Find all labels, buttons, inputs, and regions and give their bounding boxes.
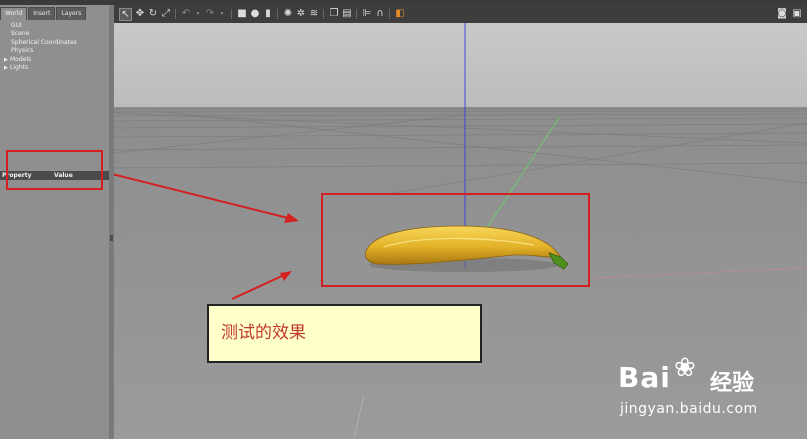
tree-item-spherical-coordinates[interactable]: Spherical Coordinates (4, 39, 77, 47)
watermark-brand: Bai (618, 361, 671, 394)
screenshot-icon[interactable]: ▣ (791, 8, 803, 20)
record-icon[interactable]: ◧ (394, 8, 406, 20)
world-tree: GUI Scene Spherical Coordinates Physics … (4, 22, 77, 72)
baidu-watermark: Bai ❀ 经验 jingyan.baidu.com (618, 353, 778, 423)
camera-icon[interactable]: ◙ (776, 8, 788, 20)
toolbar-divider (175, 9, 176, 19)
annotation-text: 测试的效果 (221, 323, 306, 343)
tree-item-scene[interactable]: Scene (4, 30, 77, 38)
paw-logo-icon: ❀ (674, 353, 696, 383)
watermark-brand-suffix: 经验 (710, 371, 755, 396)
chevron-down-icon[interactable]: ▾ (216, 8, 228, 20)
toolbar-divider (323, 9, 324, 19)
toolbar-divider (231, 9, 232, 19)
tab-world[interactable]: World (0, 7, 28, 20)
select-arrow-icon[interactable]: ↖ (119, 8, 132, 21)
tree-item-models[interactable]: ▶ Models (4, 56, 77, 64)
paste-icon[interactable]: ▤ (341, 8, 353, 20)
scale-icon[interactable]: ⤢ (160, 8, 172, 20)
tree-item-gui[interactable]: GUI (4, 22, 77, 30)
panel-tabs: World Insert Layers (0, 7, 87, 20)
sun-light-icon[interactable]: ✺ (282, 8, 294, 20)
box-icon[interactable]: ■ (236, 8, 248, 20)
sky-background (114, 23, 807, 107)
annotation-note: 测试的效果 (207, 304, 482, 363)
snap-icon[interactable]: ∩ (374, 8, 386, 20)
toolbar-divider (356, 9, 357, 19)
sphere-icon[interactable]: ● (249, 8, 261, 20)
align-icon[interactable]: ⊫ (361, 8, 373, 20)
tab-insert[interactable]: Insert (28, 7, 56, 20)
highlight-box-properties (6, 150, 103, 190)
redo-icon[interactable]: ↷ (204, 8, 216, 20)
point-light-icon[interactable]: ✲ (295, 8, 307, 20)
tree-item-lights-label: Lights (10, 64, 29, 72)
toolbar: ↖ ✥ ↻ ⤢ ↶ ▾ ↷ ▾ ■ ● ▮ ✺ ✲ ≋ ❐ ▤ ⊫ ∩ ◧ ◙ … (114, 5, 807, 24)
cylinder-icon[interactable]: ▮ (262, 8, 274, 20)
tree-item-models-label: Models (10, 55, 32, 63)
toolbar-divider (389, 9, 390, 19)
toolbar-divider (277, 9, 278, 19)
translate-icon[interactable]: ✥ (134, 8, 146, 20)
rotate-icon[interactable]: ↻ (147, 8, 159, 20)
left-panel: World Insert Layers GUI Scene Spherical … (0, 5, 110, 439)
tree-item-physics[interactable]: Physics (4, 47, 77, 55)
chevron-down-icon[interactable]: ▾ (192, 8, 204, 20)
tree-item-lights[interactable]: ▶ Lights (4, 64, 77, 72)
watermark-url: jingyan.baidu.com (620, 401, 758, 417)
tab-layers[interactable]: Layers (56, 7, 87, 20)
undo-icon[interactable]: ↶ (180, 8, 192, 20)
spot-light-icon[interactable]: ≋ (308, 8, 320, 20)
copy-icon[interactable]: ❐ (328, 8, 340, 20)
splitter-handle-icon[interactable] (110, 235, 113, 241)
